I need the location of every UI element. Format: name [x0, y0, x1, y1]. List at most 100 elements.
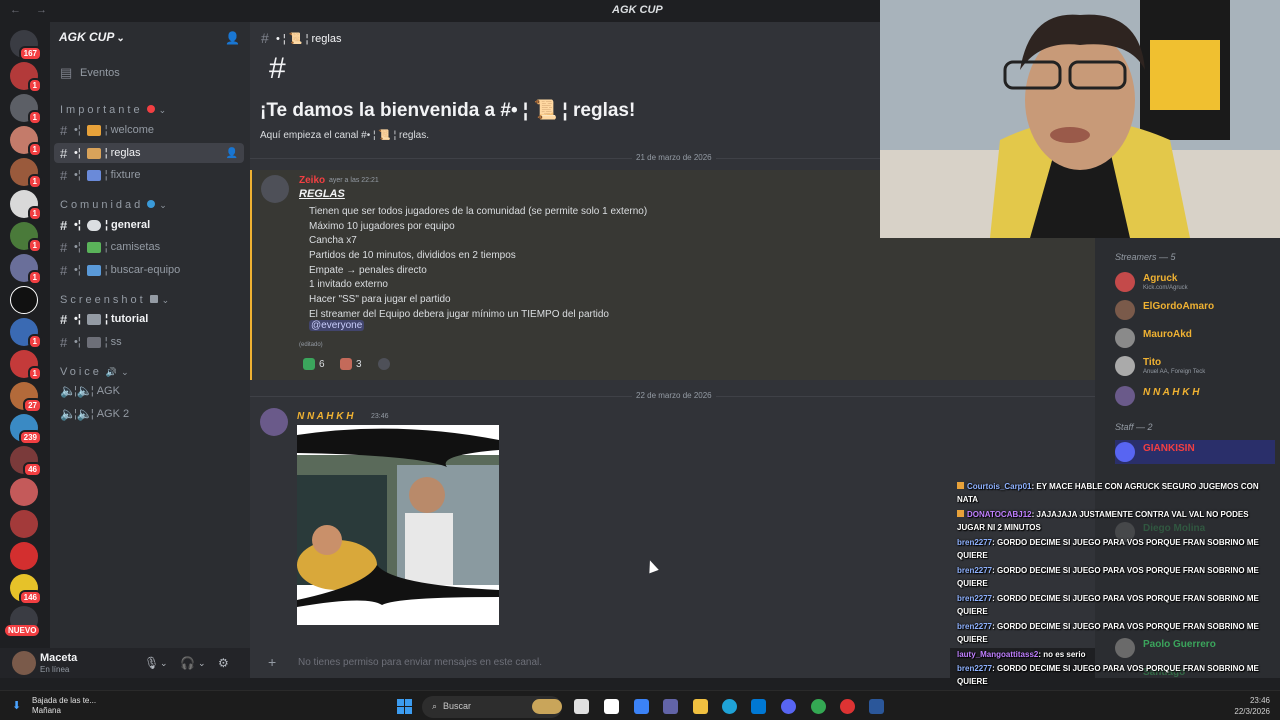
- message-author[interactable]: N N A H K H: [297, 411, 353, 422]
- channel-buscar-equipo[interactable]: # •¦ ¦ buscar-equipo: [54, 260, 244, 280]
- taskbar-clock[interactable]: 23:46 22/3/2026: [1234, 695, 1270, 717]
- add-member-icon[interactable]: 👤: [225, 31, 240, 45]
- home-server-icon[interactable]: 167: [10, 30, 42, 61]
- avatar[interactable]: [12, 651, 36, 675]
- chat-user: bren2277: [957, 622, 993, 631]
- chat-text: : GORDO DECIME SI JUEGO PARA VOS PORQUE …: [957, 622, 1259, 644]
- badge: 1: [27, 142, 42, 157]
- speaker-icon: 🔈: [60, 406, 77, 421]
- rules-title: REGLAS: [299, 188, 345, 200]
- server-icon[interactable]: 1: [10, 62, 42, 93]
- channel-general[interactable]: # •¦ ¦ general: [54, 215, 244, 235]
- member-item[interactable]: GIANKISIN: [1115, 440, 1275, 464]
- server-icon[interactable]: 1: [10, 190, 42, 221]
- server-icon[interactable]: [10, 510, 38, 538]
- member-category: Streamers — 5: [1115, 252, 1176, 262]
- channel-welcome[interactable]: # •¦ ¦ welcome: [54, 120, 244, 140]
- welcome-title: ¡Te damos la bienvenida a #• ¦ 📜 ¦ regla…: [260, 100, 636, 121]
- store-icon[interactable]: [751, 699, 766, 714]
- add-reaction-button[interactable]: [378, 356, 394, 372]
- avatar: [1115, 300, 1135, 320]
- hash-icon: #: [60, 145, 68, 161]
- channel-ss[interactable]: # •¦ ¦ ss: [54, 332, 244, 352]
- server-icon[interactable]: 1: [10, 158, 42, 189]
- agk-server-icon[interactable]: [10, 286, 38, 314]
- nav-arrows[interactable]: ← →: [10, 4, 53, 16]
- video-attachment[interactable]: [297, 425, 499, 625]
- discord-icon[interactable]: [781, 699, 796, 714]
- server-icon[interactable]: 27: [10, 382, 42, 413]
- copilot-icon[interactable]: [634, 699, 649, 714]
- add-reaction-icon: [378, 358, 390, 370]
- server-icon[interactable]: [10, 542, 38, 570]
- headphones-icon[interactable]: 🎧: [180, 656, 195, 670]
- avatar[interactable]: [261, 175, 289, 203]
- server-rail: 167 1 1 1 1 1 1 1 1 1 27 239 46 146 NUEV…: [0, 22, 50, 678]
- weather-icon[interactable]: ⬇: [12, 699, 26, 713]
- category-comunidad[interactable]: Comunidad ⌄: [60, 199, 167, 211]
- member-category: Staff — 2: [1115, 422, 1153, 432]
- server-name-button[interactable]: AGK CUP ⌄: [59, 30, 125, 44]
- member-item[interactable]: Tito Anuel AA, Foreign Teck: [1115, 354, 1275, 378]
- channel-label: ss: [110, 336, 122, 348]
- server-icon[interactable]: 1: [10, 94, 42, 125]
- voice-channel-agk[interactable]: 🔈 ¦ 🔈 ¦ AGK: [54, 381, 244, 401]
- server-icon[interactable]: 1: [10, 222, 42, 253]
- channel-tutorial[interactable]: # •¦ ¦ tutorial: [54, 309, 244, 329]
- task-view-icon[interactable]: [574, 699, 589, 714]
- chevron-down-icon[interactable]: ⌄: [160, 658, 168, 669]
- server-icon[interactable]: 1: [10, 350, 42, 381]
- avatar[interactable]: [260, 408, 288, 436]
- server-icon[interactable]: 46: [10, 446, 42, 477]
- voice-channel-agk-2[interactable]: 🔈 ¦ 🔈 ¦ AGK 2: [54, 404, 244, 424]
- member-item[interactable]: ElGordoAmaro: [1115, 298, 1275, 322]
- member-name: Tito: [1143, 357, 1162, 368]
- category-label: Importante: [60, 104, 143, 116]
- windows-start-icon[interactable]: [397, 699, 412, 714]
- member-item[interactable]: N N A H K H: [1115, 384, 1275, 408]
- gear-icon[interactable]: ⚙: [218, 656, 229, 670]
- message-author[interactable]: Zeiko: [299, 175, 325, 186]
- server-icon[interactable]: 1: [10, 126, 42, 157]
- rule-line: Hacer "SS" para jugar el partido: [309, 294, 451, 305]
- member-item[interactable]: MauroAkd: [1115, 326, 1275, 350]
- server-icon[interactable]: 1: [10, 254, 42, 285]
- category-screenshot[interactable]: Screenshot ⌄: [60, 294, 169, 306]
- rule-line: 1 invitado externo: [309, 279, 388, 290]
- server-icon[interactable]: [10, 478, 38, 506]
- shirt-icon: [86, 241, 101, 253]
- server-icon[interactable]: 1: [10, 318, 42, 349]
- obs-icon[interactable]: [840, 699, 855, 714]
- weather-widget[interactable]: Bajada de las te... Mañana: [32, 696, 96, 716]
- word-icon[interactable]: [869, 699, 884, 714]
- add-member-icon[interactable]: 👤: [226, 148, 238, 159]
- everyone-mention[interactable]: @everyone: [309, 320, 365, 331]
- category-importante[interactable]: Importante ⌄: [60, 104, 166, 116]
- chat-text: : GORDO DECIME SI JUEGO PARA VOS PORQUE …: [957, 664, 1259, 686]
- channel-camisetas[interactable]: # •¦ ¦ camisetas: [54, 237, 244, 257]
- member-item[interactable]: Agruck Kick.com/Agruck: [1115, 270, 1275, 294]
- reaction-check[interactable]: 6: [303, 356, 325, 372]
- chrome-icon[interactable]: [811, 699, 826, 714]
- capcut-icon[interactable]: [604, 699, 619, 714]
- events-item[interactable]: ▤ Eventos: [54, 63, 244, 83]
- file-explorer-icon[interactable]: [693, 699, 708, 714]
- chat-message: bren2277: GORDO DECIME SI JUEGO PARA VOS…: [957, 536, 1269, 562]
- streamer-webcam-image: [880, 0, 1280, 238]
- channel-reglas[interactable]: # •¦ ¦ reglas 👤: [54, 143, 244, 163]
- teams-icon[interactable]: [663, 699, 678, 714]
- server-icon[interactable]: 146: [10, 574, 42, 605]
- speech-bubble-icon: [86, 219, 101, 231]
- channel-fixture[interactable]: # •¦ ¦ fixture: [54, 165, 244, 185]
- widget-icon[interactable]: [532, 699, 562, 714]
- badge: 1: [27, 270, 42, 285]
- category-voice[interactable]: Voice 🔊 ⌄: [60, 366, 129, 378]
- server-icon[interactable]: 239: [10, 414, 42, 445]
- reaction-flex[interactable]: 3: [340, 356, 362, 372]
- edge-icon[interactable]: [722, 699, 737, 714]
- chat-text: : no es serio: [1038, 650, 1086, 659]
- microphone-icon[interactable]: 🎙: [144, 656, 159, 670]
- channel-label: camisetas: [110, 241, 161, 253]
- chevron-down-icon[interactable]: ⌄: [198, 658, 206, 669]
- stream-chat-overlay: Courtois_Carp01: EY MACE HABLE CON AGRUC…: [955, 478, 1270, 690]
